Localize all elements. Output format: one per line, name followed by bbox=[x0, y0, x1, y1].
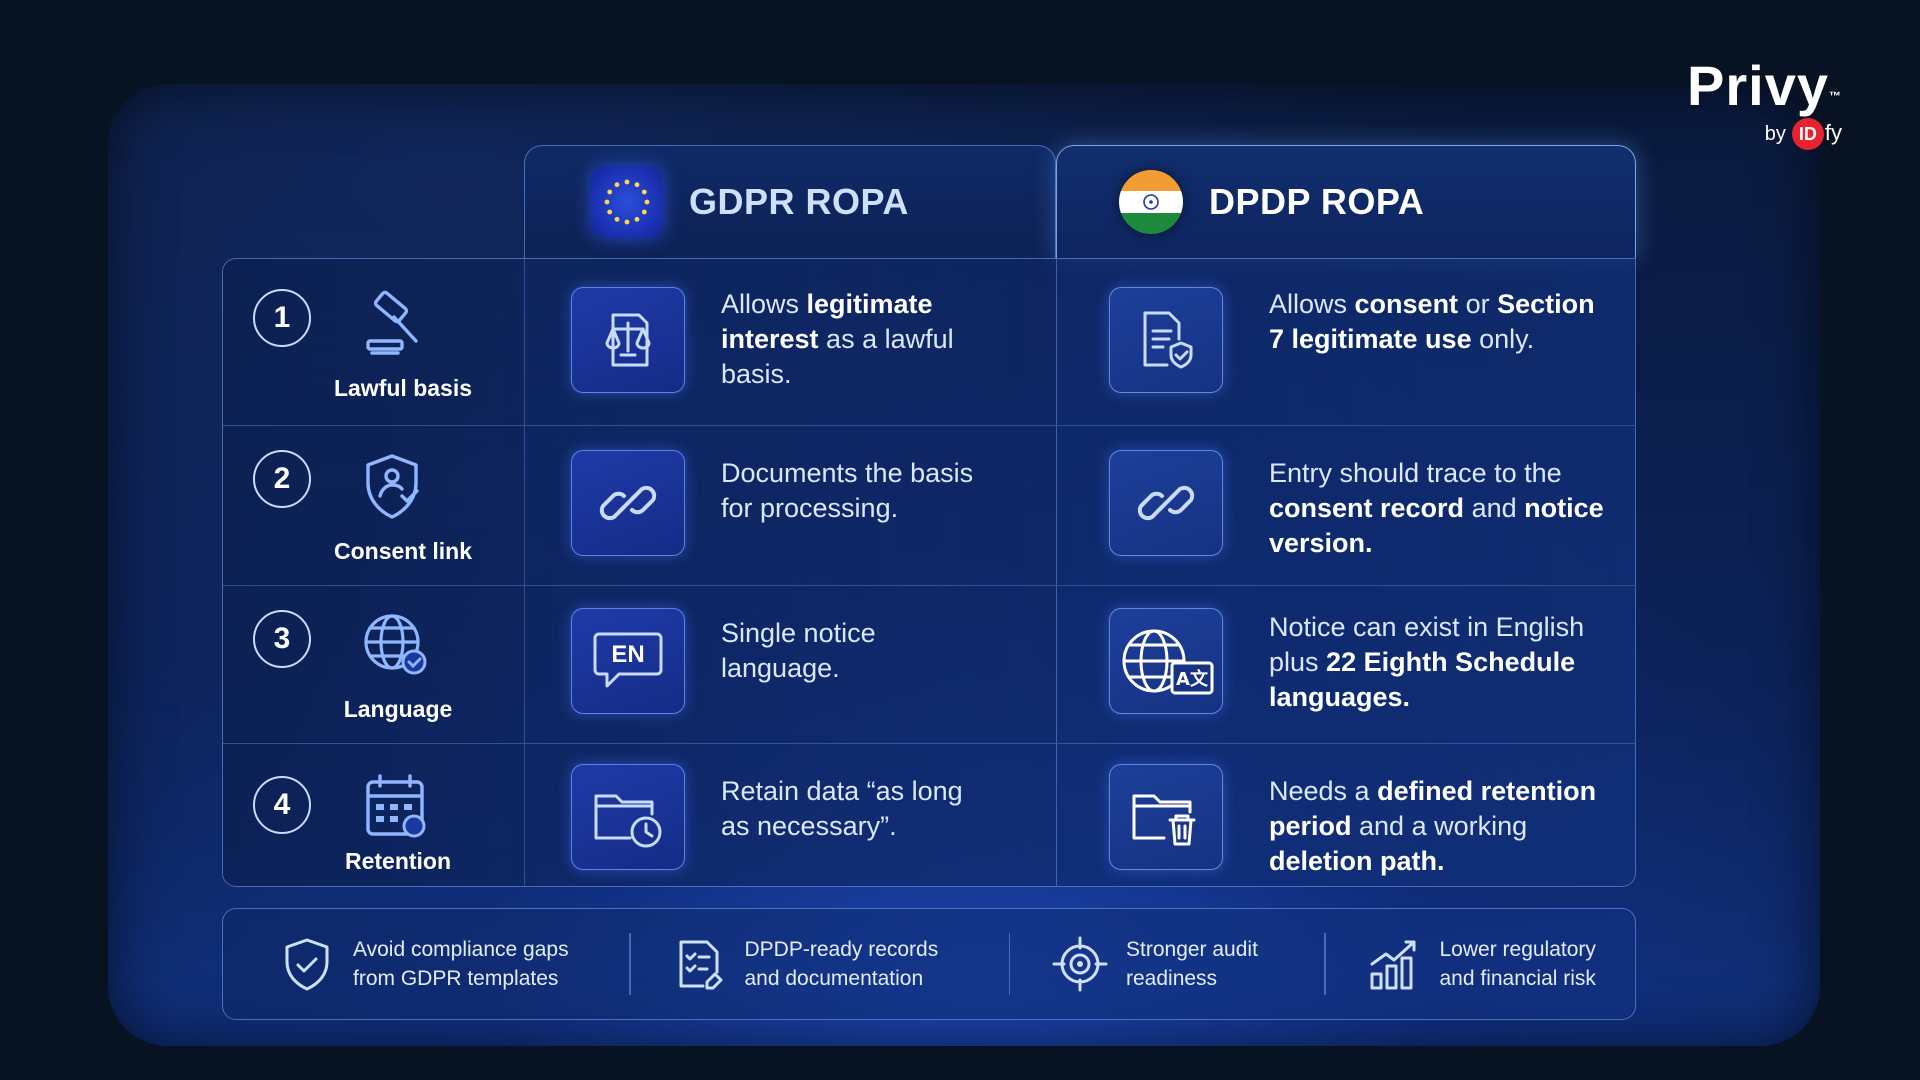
gdpr-cell: Documents the basis for processing. bbox=[525, 426, 1057, 585]
benefit-item: Avoid compliance gaps from GDPR templates bbox=[223, 909, 629, 1019]
row-label: Retention bbox=[344, 848, 452, 874]
dpdp-cell: Allows consent or Section 7 legitimate u… bbox=[1057, 259, 1635, 425]
eu-flag-icon bbox=[591, 166, 663, 238]
table-row-lawful-basis: 1 Lawful basis Allows legitimate interes… bbox=[223, 259, 1635, 426]
brand-trademark: ™ bbox=[1829, 89, 1842, 103]
icon-box: A文 bbox=[1109, 608, 1223, 714]
gdpr-description: Single notice language. bbox=[721, 618, 876, 683]
benefit-line-2: and documentation bbox=[744, 967, 924, 990]
benefit-line-1: Lower regulatory bbox=[1439, 938, 1596, 961]
dpdp-column-title: DPDP ROPA bbox=[1209, 181, 1425, 222]
benefit-item: Stronger audit readiness bbox=[1010, 909, 1324, 1019]
dpdp-cell: Entry should trace to the consent record… bbox=[1057, 426, 1635, 585]
india-flag-icon bbox=[1119, 170, 1183, 234]
icon-box bbox=[1109, 287, 1223, 393]
brand-by: by bbox=[1764, 122, 1786, 145]
company-logo: ID fy bbox=[1791, 118, 1842, 150]
row-number: 2 bbox=[253, 450, 311, 508]
gdpr-column-header: GDPR ROPA bbox=[524, 145, 1056, 258]
icon-box bbox=[1109, 764, 1223, 870]
gdpr-column-title: GDPR ROPA bbox=[689, 181, 909, 222]
gdpr-cell: EN Single notice language. bbox=[525, 586, 1057, 743]
gdpr-cell: Allows legitimate interest as a lawful b… bbox=[525, 259, 1057, 425]
benefit-item: DPDP-ready records and documentation bbox=[631, 909, 1009, 1019]
link-icon bbox=[599, 485, 657, 521]
gdpr-description: Retain data “as long as necessary”. bbox=[721, 776, 963, 841]
benefit-line-2: readiness bbox=[1126, 967, 1218, 990]
brand-name: Privy bbox=[1687, 54, 1829, 117]
target-icon bbox=[1052, 936, 1108, 992]
row-label-cell: 4 Retention bbox=[223, 744, 525, 886]
folder-clock-icon bbox=[594, 794, 662, 848]
benefits-bar: Avoid compliance gaps from GDPR templates… bbox=[222, 908, 1636, 1020]
brand-logo: Privy™ by ID fy bbox=[1687, 56, 1842, 150]
icon-box bbox=[571, 450, 685, 556]
table-row-consent-link: 2 Consent link Documents the basis for p… bbox=[223, 426, 1635, 586]
shield-check-icon bbox=[285, 938, 329, 991]
svg-text:A文: A文 bbox=[1176, 668, 1209, 690]
row-number: 1 bbox=[253, 289, 311, 347]
shield-user-icon bbox=[366, 454, 419, 519]
checklist-document-icon bbox=[679, 940, 722, 990]
benefit-line-1: Stronger audit bbox=[1126, 938, 1258, 961]
table-row-retention: 4 Retention Retain data “as long as nece… bbox=[223, 744, 1635, 886]
table-row-language: 3 Language EN Single notice language. A文… bbox=[223, 586, 1635, 744]
dpdp-description: Entry should trace to the consent record… bbox=[1269, 458, 1604, 558]
company-suffix: fy bbox=[1824, 119, 1842, 145]
growth-chart-icon bbox=[1370, 940, 1415, 990]
dpdp-description: Needs a defined retention period and a w… bbox=[1269, 776, 1597, 876]
globe-check-icon bbox=[364, 614, 427, 675]
gavel-icon bbox=[366, 290, 418, 355]
globe-translate-icon: A文 bbox=[1122, 629, 1214, 695]
row-label-cell: 2 Consent link bbox=[223, 426, 525, 585]
calendar-icon bbox=[366, 774, 426, 838]
icon-box bbox=[571, 764, 685, 870]
benefit-line-1: Avoid compliance gaps bbox=[353, 938, 569, 961]
benefit-line-2: from GDPR templates bbox=[353, 967, 559, 990]
row-number: 3 bbox=[253, 610, 311, 668]
folder-trash-icon bbox=[1132, 794, 1196, 846]
dpdp-description: Notice can exist in English plus 22 Eigh… bbox=[1269, 612, 1585, 712]
icon-box: EN bbox=[571, 608, 685, 714]
scales-document-icon bbox=[605, 313, 651, 367]
speech-bubble-en-icon: EN bbox=[593, 632, 663, 688]
svg-text:EN: EN bbox=[611, 641, 644, 668]
link-icon bbox=[1137, 485, 1195, 521]
row-label: Language bbox=[343, 696, 453, 722]
dpdp-description: Allows consent or Section 7 legitimate u… bbox=[1269, 289, 1595, 354]
row-label-cell: 1 Lawful basis bbox=[223, 259, 525, 425]
dpdp-cell: Needs a defined retention period and a w… bbox=[1057, 744, 1635, 886]
dpdp-cell: A文 Notice can exist in English plus 22 E… bbox=[1057, 586, 1635, 743]
icon-box bbox=[1109, 450, 1223, 556]
row-label-cell: 3 Language bbox=[223, 586, 525, 743]
benefit-line-1: DPDP-ready records bbox=[744, 938, 939, 961]
document-shield-icon bbox=[1143, 311, 1193, 369]
gdpr-cell: Retain data “as long as necessary”. bbox=[525, 744, 1057, 886]
dpdp-column-header: DPDP ROPA bbox=[1056, 145, 1636, 258]
benefit-line-2: and financial risk bbox=[1439, 967, 1596, 990]
benefit-item: Lower regulatory and financial risk bbox=[1326, 909, 1596, 1019]
company-mark: ID bbox=[1791, 118, 1824, 150]
row-number: 4 bbox=[253, 776, 311, 834]
gdpr-description: Documents the basis for processing. bbox=[721, 458, 974, 523]
comparison-table: 1 Lawful basis Allows legitimate interes… bbox=[222, 258, 1636, 887]
gdpr-description: Allows legitimate interest as a lawful b… bbox=[721, 289, 954, 389]
icon-box bbox=[571, 287, 685, 393]
